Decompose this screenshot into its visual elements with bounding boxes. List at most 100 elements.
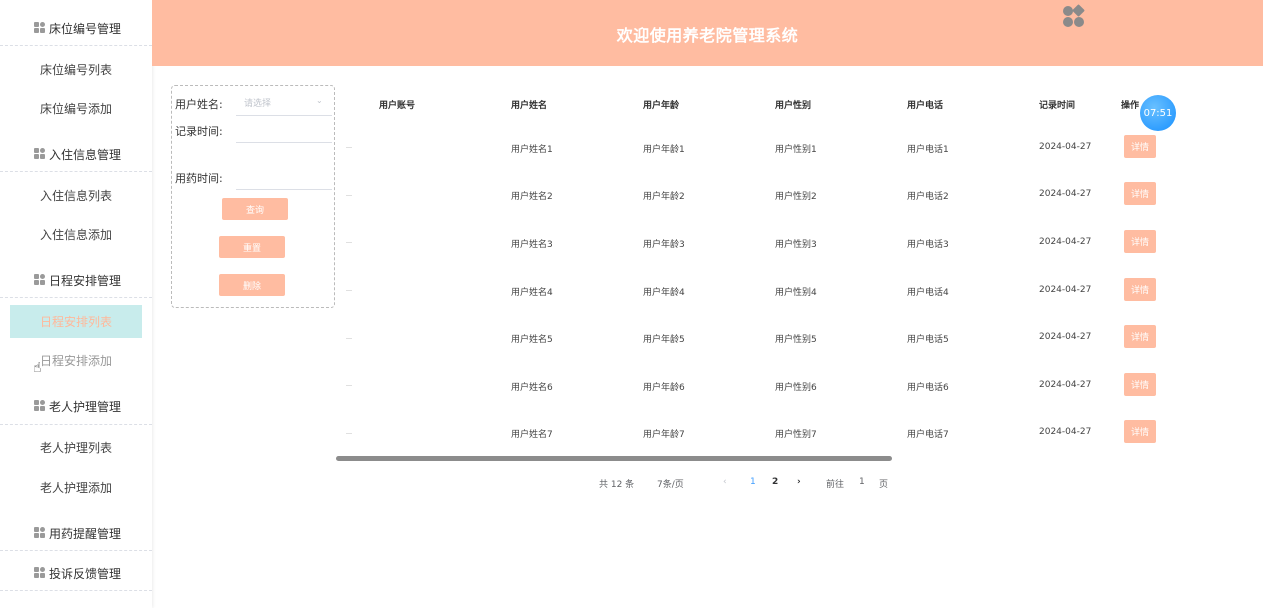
pagination-goto-label: 前往 — [826, 480, 845, 490]
pagination-page-1[interactable]: 1 — [750, 477, 756, 487]
medication-time-input[interactable] — [236, 165, 332, 189]
detail-button[interactable]: 详情 — [1124, 135, 1156, 158]
grid-icon — [34, 400, 46, 412]
reset-button[interactable]: 重置 — [219, 236, 285, 258]
checkbox-placeholder — [346, 147, 352, 148]
cell-gender: 用户性别1 — [775, 145, 817, 155]
pagination-page-2[interactable]: 2 — [772, 477, 778, 487]
cell-record-time: 2024-04-27 — [1039, 189, 1092, 199]
record-time-label: 记录时间: — [175, 125, 223, 138]
cell-name: 用户姓名5 — [511, 335, 553, 345]
column-header-actions: 操作 — [1121, 101, 1140, 111]
menu-item-checkin-list[interactable]: 入住信息列表 — [10, 179, 142, 212]
column-header-record-time: 记录时间 — [1039, 101, 1076, 111]
cell-age: 用户年龄7 — [643, 430, 685, 440]
cell-phone: 用户电话2 — [907, 192, 949, 202]
cell-phone: 用户电话4 — [907, 288, 949, 298]
column-header-account: 用户账号 — [379, 101, 416, 111]
menu-item-bed-number-add[interactable]: 床位编号添加 — [10, 92, 142, 125]
detail-button[interactable]: 详情 — [1124, 278, 1156, 301]
horizontal-scrollbar[interactable] — [336, 456, 892, 461]
menu-group-checkin[interactable]: 入住信息管理 — [0, 134, 152, 174]
divider — [0, 590, 152, 591]
delete-button[interactable]: 删除 — [219, 274, 285, 296]
clock-widget: 07:51 — [1140, 95, 1176, 131]
column-header-name: 用户姓名 — [511, 101, 548, 111]
pagination-prev-icon[interactable]: ‹ — [723, 477, 727, 487]
menu-item-elder-care-list[interactable]: 老人护理列表 — [10, 431, 142, 464]
cell-age: 用户年龄5 — [643, 335, 685, 345]
divider — [0, 424, 152, 425]
cell-gender: 用户性别7 — [775, 430, 817, 440]
cell-age: 用户年龄4 — [643, 288, 685, 298]
cell-age: 用户年龄3 — [643, 240, 685, 250]
chevron-down-icon: ⌄ — [316, 96, 323, 105]
cell-phone: 用户电话1 — [907, 145, 949, 155]
pagination-page-unit: 页 — [879, 480, 889, 490]
detail-button[interactable]: 详情 — [1124, 420, 1156, 443]
cell-gender: 用户性别4 — [775, 288, 817, 298]
user-name-label: 用户姓名: — [175, 98, 223, 111]
grid-icon — [34, 148, 46, 160]
underline — [236, 115, 332, 116]
cell-age: 用户年龄2 — [643, 192, 685, 202]
cell-record-time: 2024-04-27 — [1039, 285, 1092, 295]
column-header-phone: 用户电话 — [907, 101, 944, 111]
menu-group-label: 老人护理管理 — [49, 400, 122, 414]
menu-item-bed-number-list[interactable]: 床位编号列表 — [10, 53, 142, 86]
grid-icon — [34, 22, 46, 34]
hand-cursor-icon: ☝ — [33, 360, 42, 376]
sidebar: 床位编号管理 床位编号列表 床位编号添加 入住信息管理 入住信息列表 入住信息添… — [0, 0, 152, 608]
detail-button[interactable]: 详情 — [1124, 230, 1156, 253]
pagination-page-size[interactable]: 7条/页 — [657, 477, 684, 490]
cell-gender: 用户性别6 — [775, 383, 817, 393]
menu-group-label: 用药提醒管理 — [49, 527, 122, 541]
cell-gender: 用户性别3 — [775, 240, 817, 250]
divider — [0, 45, 152, 46]
query-button[interactable]: 查询 — [222, 198, 288, 220]
checkbox-placeholder — [346, 290, 352, 291]
grid-icon — [34, 274, 46, 286]
detail-button[interactable]: 详情 — [1124, 325, 1156, 348]
checkbox-placeholder — [346, 338, 352, 339]
pagination-total: 共 12 条 — [599, 480, 635, 490]
cell-phone: 用户电话5 — [907, 335, 949, 345]
menu-group-complaint-feedback[interactable]: 投诉反馈管理 — [0, 553, 152, 593]
menu-group-medication-reminder[interactable]: 用药提醒管理 — [0, 513, 152, 553]
cell-name: 用户姓名1 — [511, 145, 553, 155]
menu-item-elder-care-add[interactable]: 老人护理添加 — [10, 471, 142, 504]
menu-group-elder-care[interactable]: 老人护理管理 — [0, 386, 152, 426]
column-header-gender: 用户性别 — [775, 101, 812, 111]
checkbox-placeholder — [346, 385, 352, 386]
pagination-goto-input[interactable]: 1 — [859, 477, 865, 487]
cell-phone: 用户电话6 — [907, 383, 949, 393]
cell-record-time: 2024-04-27 — [1039, 332, 1092, 342]
detail-button[interactable]: 详情 — [1124, 373, 1156, 396]
menu-group-schedule[interactable]: 日程安排管理 — [0, 260, 152, 300]
cell-phone: 用户电话7 — [907, 430, 949, 440]
divider — [0, 297, 152, 298]
column-header-age: 用户年龄 — [643, 101, 680, 111]
cell-record-time: 2024-04-27 — [1039, 427, 1092, 437]
divider — [0, 171, 152, 172]
grid-icon — [34, 527, 46, 539]
cell-name: 用户姓名3 — [511, 240, 553, 250]
checkbox-placeholder — [346, 242, 352, 243]
menu-group-bed-number[interactable]: 床位编号管理 — [0, 8, 152, 48]
menu-item-schedule-add[interactable]: 日程安排添加 — [10, 344, 142, 377]
checkbox-placeholder — [346, 195, 352, 196]
pagination-next-icon[interactable]: › — [797, 477, 801, 487]
menu-group-label: 床位编号管理 — [49, 22, 122, 36]
divider — [0, 550, 152, 551]
menu-item-checkin-add[interactable]: 入住信息添加 — [10, 218, 142, 251]
detail-button[interactable]: 详情 — [1124, 182, 1156, 205]
menu-group-label: 日程安排管理 — [49, 274, 122, 288]
user-name-select[interactable]: 请选择 ⌄ — [236, 91, 332, 115]
grid-icon — [34, 567, 46, 579]
cell-name: 用户姓名4 — [511, 288, 553, 298]
record-time-input[interactable] — [236, 118, 332, 142]
cell-record-time: 2024-04-27 — [1039, 380, 1092, 390]
cell-record-time: 2024-04-27 — [1039, 142, 1092, 152]
cell-age: 用户年龄6 — [643, 383, 685, 393]
menu-item-schedule-list[interactable]: 日程安排列表 — [10, 305, 142, 338]
